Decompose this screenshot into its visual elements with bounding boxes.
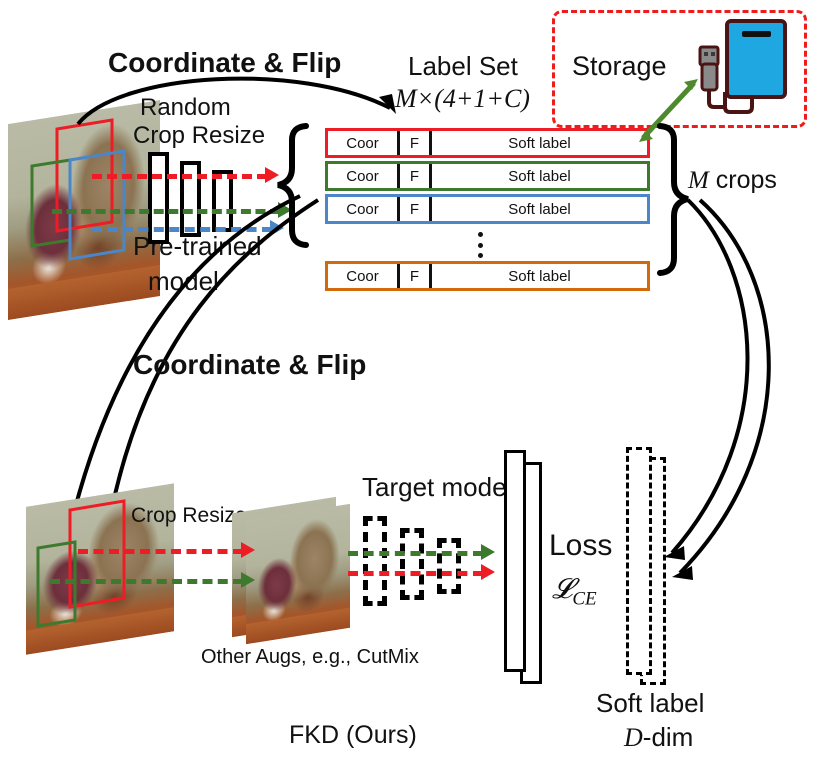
flow-green-bottom-arrowhead — [241, 572, 255, 588]
loss-script-L: 𝓛 — [552, 574, 573, 605]
flow-green-bottom — [50, 579, 243, 584]
soft-label-dim: D-dim — [624, 722, 694, 752]
other-augs-label: Other Augs, e.g., CutMix — [201, 646, 419, 668]
loss-symbol: 𝓛CE — [552, 574, 597, 610]
soft-label-caption: Soft label — [596, 688, 705, 718]
target-block-2 — [400, 528, 424, 600]
target-model-label: Target model — [362, 472, 513, 502]
prediction-bar-front — [504, 450, 526, 672]
figure-caption: FKD (Ours) — [289, 721, 417, 749]
target-flow-red — [348, 571, 483, 576]
figure-canvas: Coordinate & Flip Random Crop Resize Pre… — [0, 0, 817, 773]
flow-red-bottom — [78, 549, 243, 554]
target-block-1 — [363, 516, 387, 606]
soft-label-dim-suffix: -dim — [642, 722, 694, 752]
crop-output-front — [246, 503, 350, 645]
target-flow-green-arrowhead — [481, 544, 495, 560]
target-flow-green — [348, 551, 483, 556]
crop-output-front-photo — [246, 503, 350, 645]
loss-title: Loss — [549, 529, 613, 562]
flow-red-bottom-arrowhead — [241, 542, 255, 558]
loss-subscript: CE — [572, 588, 597, 610]
soft-label-dim-symbol: D — [624, 723, 643, 752]
crop-box-red-bottom — [68, 499, 126, 609]
target-flow-red-arrowhead — [481, 564, 495, 580]
target-block-3 — [437, 538, 461, 594]
crop-resize-label: Crop Resize — [131, 504, 247, 527]
soft-label-bar-front — [626, 447, 652, 675]
